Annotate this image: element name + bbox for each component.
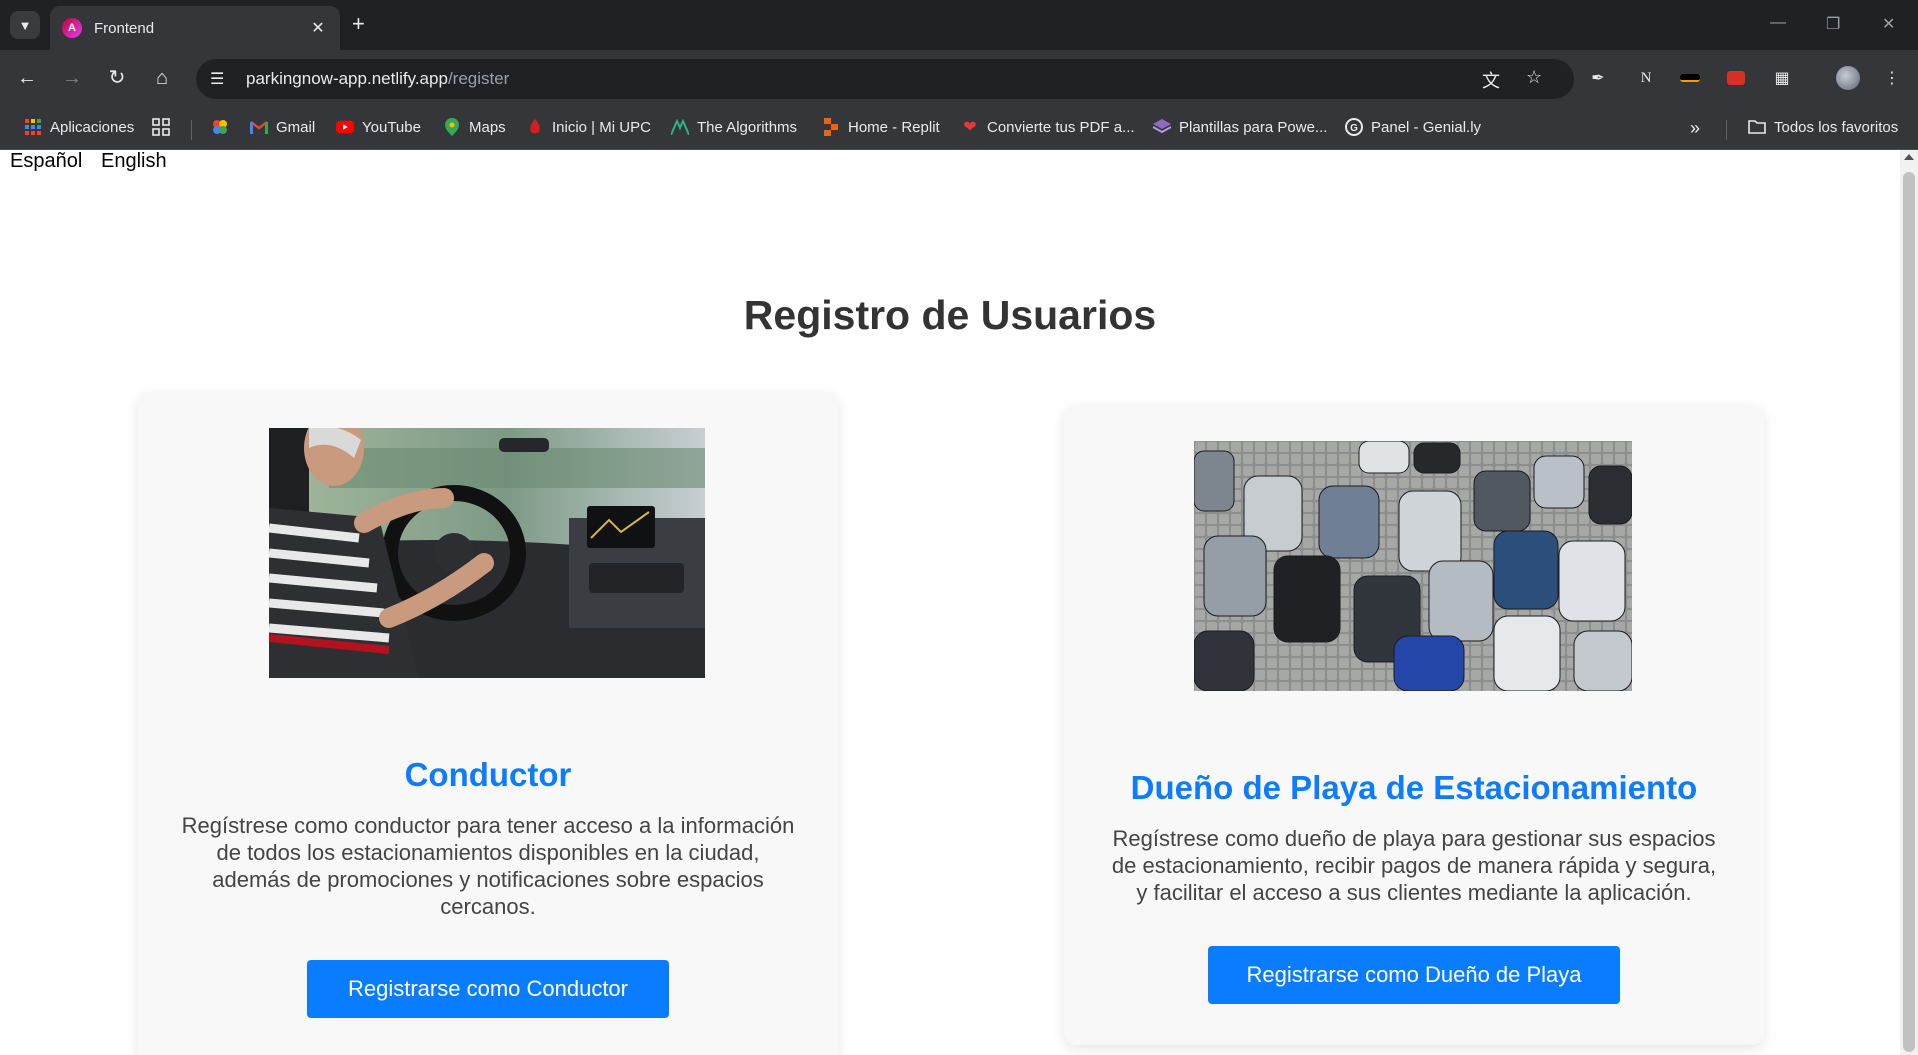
scroll-thumb[interactable] [1903, 172, 1915, 1052]
lang-english-link[interactable]: English [101, 150, 167, 173]
replit-icon [822, 118, 840, 136]
google-photos-icon [211, 118, 229, 136]
driver-card: Conductor Regístrese como conductor para… [138, 392, 838, 1055]
bookmark-label: The Algorithms [697, 118, 798, 136]
apps-grid-icon [24, 118, 42, 136]
bookmark-label: Maps [469, 118, 506, 136]
url-path: /register [447, 69, 510, 88]
back-icon[interactable]: ← [14, 66, 40, 90]
bookmark-label: Panel - Genial.ly [1371, 118, 1482, 136]
menu-kebab-icon[interactable]: ⋮ [1880, 66, 1904, 90]
tab-title: Frontend [94, 19, 155, 37]
bookmark-label: Inicio | Mi UPC [552, 118, 651, 136]
active-tab[interactable]: A Frontend ✕ [50, 6, 340, 50]
angular-favicon-icon: A [62, 18, 82, 38]
bookmark-label: Gmail [276, 118, 316, 136]
lot-owner-card-title: Dueño de Playa de Estacionamiento [1130, 769, 1698, 806]
maps-icon [443, 118, 461, 136]
translate-icon[interactable]: 文 [1482, 67, 1500, 93]
extensions-puzzle-icon[interactable]: ▦ [1770, 66, 1794, 90]
bookmark-separator [1726, 120, 1727, 140]
bookmark-tab-groups[interactable] [152, 118, 178, 136]
bookmark-gmail[interactable]: Gmail [250, 118, 315, 136]
cast-extension-icon[interactable] [1724, 66, 1748, 90]
close-window-icon[interactable]: ✕ [1882, 14, 1895, 34]
bookmark-label: Home - Replit [848, 118, 940, 136]
bookmarks-bar: Aplicaciones Gmail YouTube Maps Inicio |… [0, 108, 1918, 150]
url-host: parkingnow-app.netlify.app [246, 69, 448, 88]
forward-icon[interactable]: → [59, 66, 85, 90]
page-scrollbar[interactable] [1900, 150, 1918, 1055]
register-driver-button[interactable]: Registrarse como Conductor [307, 960, 669, 1018]
bookmark-label: Todos los favoritos [1774, 118, 1899, 136]
tab-strip: ▼ A Frontend ✕ + — ❐ ✕ [0, 0, 1918, 50]
close-tab-icon[interactable]: ✕ [308, 18, 328, 38]
scroll-up-arrow-icon[interactable] [1904, 154, 1914, 160]
algorithms-icon [671, 118, 689, 136]
minimize-icon[interactable]: — [1770, 14, 1786, 32]
pdf-heart-icon: ❤ [963, 119, 977, 136]
register-lot-owner-button[interactable]: Registrarse como Dueño de Playa [1208, 946, 1620, 1004]
lang-espanol-link[interactable]: Español [10, 150, 82, 173]
chevron-down-icon: ▼ [18, 17, 32, 33]
parking-lot-photo [1194, 441, 1632, 691]
lot-owner-card-description: Regístrese como dueño de playa para gest… [1111, 826, 1717, 905]
gmail-icon [250, 118, 268, 136]
bookmark-maps[interactable]: Maps [443, 118, 506, 136]
bookmark-replit[interactable]: Home - Replit [822, 118, 940, 136]
svg-text:G: G [1350, 123, 1358, 134]
bookmark-aplicaciones[interactable]: Aplicaciones [24, 118, 134, 136]
home-icon[interactable]: ⌂ [149, 66, 175, 90]
bookmark-pdf[interactable]: ❤ Convierte tus PDF a... [961, 118, 1135, 137]
folder-icon [1748, 118, 1766, 136]
youtube-icon [336, 118, 354, 136]
notion-extension-icon[interactable]: N [1634, 66, 1658, 90]
driver-card-description: Regístrese como conductor para tener acc… [181, 813, 795, 919]
cat-extension-icon[interactable] [1678, 66, 1702, 90]
driver-card-title: Conductor [404, 756, 572, 793]
tab-search-button[interactable]: ▼ [10, 11, 40, 39]
profile-avatar[interactable] [1836, 66, 1860, 90]
upc-icon [526, 118, 544, 136]
bookmark-youtube[interactable]: YouTube [336, 118, 421, 136]
genially-icon: G [1345, 118, 1363, 136]
site-info-icon[interactable]: ☰ [210, 69, 232, 89]
address-bar[interactable]: ☰ parkingnow-app.netlify.app/register 文 … [196, 59, 1574, 99]
bookmark-plantillas[interactable]: Plantillas para Powe... [1153, 118, 1327, 136]
bookmark-algorithms[interactable]: The Algorithms [671, 118, 797, 136]
tab-groups-icon [152, 118, 170, 136]
restore-icon[interactable]: ❐ [1826, 14, 1840, 34]
bookmark-genially[interactable]: G Panel - Genial.ly [1345, 118, 1481, 136]
bookmark-photos[interactable] [211, 118, 237, 136]
url-text: parkingnow-app.netlify.app/register [246, 69, 509, 89]
slides-icon [1153, 118, 1171, 136]
all-bookmarks-folder[interactable]: Todos los favoritos [1748, 118, 1898, 136]
page-viewport: Español English Registro de Usuarios Con… [0, 150, 1900, 1055]
bookmark-label: YouTube [362, 118, 421, 136]
page-title: Registro de Usuarios [743, 292, 1157, 338]
reload-icon[interactable]: ↻ [104, 66, 130, 90]
bookmark-separator [191, 120, 192, 140]
new-tab-button[interactable]: + [352, 12, 365, 36]
bookmark-star-icon[interactable]: ☆ [1526, 67, 1542, 88]
bookmark-label: Plantillas para Powe... [1179, 118, 1328, 136]
lot-owner-card: Dueño de Playa de Estacionamiento Regíst… [1064, 405, 1764, 1045]
eyedropper-extension-icon[interactable]: ✒ [1586, 66, 1610, 90]
driver-photo [269, 428, 705, 678]
browser-toolbar: ← → ↻ ⌂ ☰ parkingnow-app.netlify.app/reg… [0, 50, 1918, 108]
bookmark-label: Aplicaciones [50, 118, 135, 136]
bookmark-upc[interactable]: Inicio | Mi UPC [526, 118, 651, 136]
bookmark-label: Convierte tus PDF a... [987, 118, 1135, 136]
more-bookmarks-icon[interactable]: » [1690, 118, 1700, 139]
